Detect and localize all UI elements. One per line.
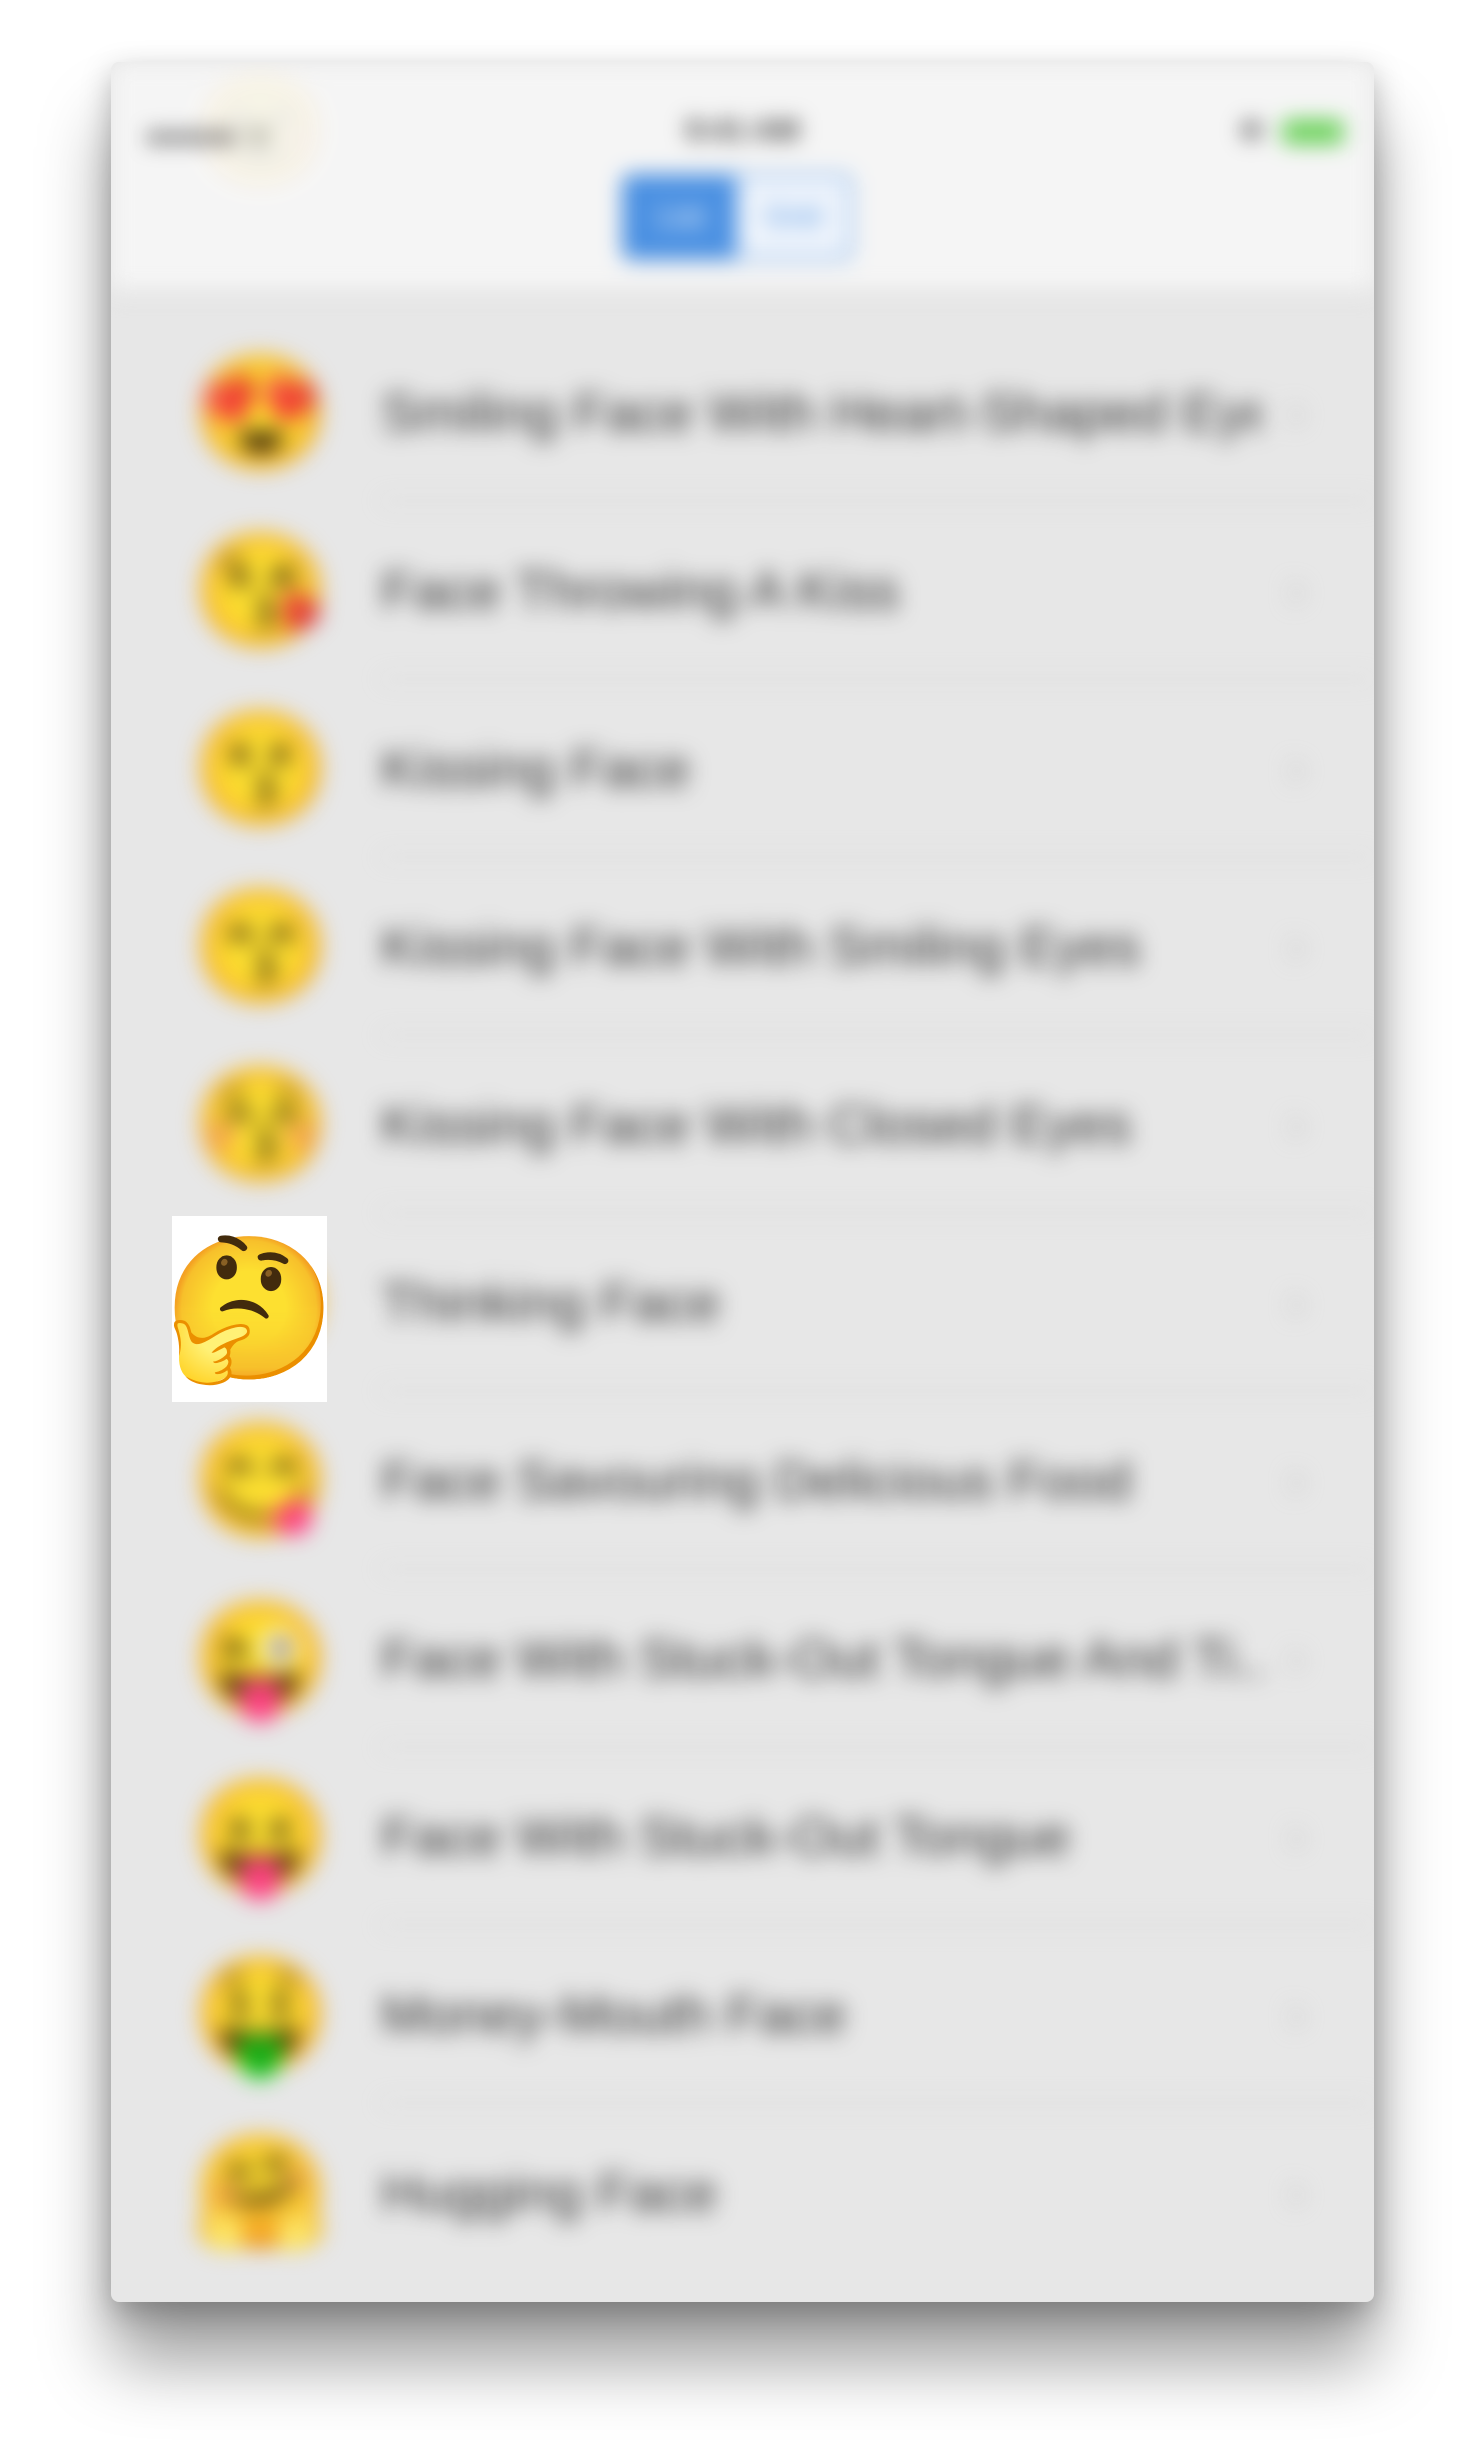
emoji-icon: 😜 bbox=[191, 1596, 331, 1721]
list-item[interactable]: 🤑 Money-Mouth Face › bbox=[111, 1926, 1374, 2104]
status-time: 9:41 AM bbox=[685, 114, 800, 147]
segment-list[interactable]: List bbox=[625, 177, 737, 257]
battery-icon bbox=[1282, 118, 1344, 145]
emoji-icon: 😋 bbox=[191, 1418, 331, 1543]
emoji-icon: 🤗 bbox=[191, 2130, 331, 2255]
chevron-right-icon: › bbox=[1288, 1810, 1304, 1863]
list-item[interactable]: 😋 Face Savouring Delicious Food › bbox=[111, 1392, 1374, 1570]
list-item[interactable]: 😚 Kissing Face With Closed Eyes › bbox=[111, 1036, 1374, 1214]
list-item-label: Hugging Face bbox=[381, 2163, 718, 2223]
chevron-right-icon: › bbox=[1288, 386, 1304, 439]
chevron-right-icon: › bbox=[1288, 1098, 1304, 1151]
emoji-icon: 😙 bbox=[191, 884, 331, 1009]
list-item-label: Kissing Face With Smiling Eyes bbox=[381, 917, 1141, 977]
list-item-label: Smiling Face With Heart-Shaped Eyes bbox=[381, 383, 1261, 443]
emoji-icon: 😛 bbox=[191, 1774, 331, 1899]
emoji-icon: 🤑 bbox=[191, 1952, 331, 2077]
chevron-right-icon: › bbox=[1288, 2166, 1304, 2219]
emoji-icon: 😚 bbox=[191, 1062, 331, 1187]
list-item[interactable]: 😗 Kissing Face › bbox=[111, 680, 1374, 858]
segment-grid[interactable]: Grid bbox=[737, 177, 849, 257]
list-item-label: Face With Stuck-Out Tongue And Ti... bbox=[381, 1629, 1261, 1689]
list-item-label: Kissing Face With Closed Eyes bbox=[381, 1095, 1132, 1155]
list-item[interactable]: 😘 Face Throwing A Kiss › bbox=[111, 502, 1374, 680]
chevron-right-icon: › bbox=[1288, 1454, 1304, 1507]
chevron-right-icon: › bbox=[1288, 1276, 1304, 1329]
navigation-bar: ●●●●● ᯤ 9:41 AM ✱ List Grid bbox=[111, 62, 1374, 292]
list-item-label: Face Throwing A Kiss bbox=[381, 561, 900, 621]
list-item-label: Face With Stuck-Out Tongue bbox=[381, 1807, 1071, 1867]
chevron-right-icon: › bbox=[1288, 564, 1304, 617]
chevron-right-icon: › bbox=[1288, 1632, 1304, 1685]
list-item-label: Kissing Face bbox=[381, 739, 691, 799]
status-bar: ●●●●● ᯤ 9:41 AM ✱ bbox=[111, 62, 1374, 153]
chevron-right-icon: › bbox=[1288, 1988, 1304, 2041]
chevron-right-icon: › bbox=[1288, 742, 1304, 795]
list-item-label: Face Savouring Delicious Food bbox=[381, 1451, 1132, 1511]
emoji-icon: 😘 bbox=[191, 528, 331, 653]
list-item-label: Money-Mouth Face bbox=[381, 1985, 847, 2045]
bluetooth-icon: ✱ bbox=[1238, 115, 1264, 148]
list-item[interactable]: 😙 Kissing Face With Smiling Eyes › bbox=[111, 858, 1374, 1036]
list-item[interactable]: 🤗 Hugging Face › bbox=[111, 2104, 1374, 2282]
list-item[interactable]: 😛 Face With Stuck-Out Tongue › bbox=[111, 1748, 1374, 1926]
list-item-label: Thinking Face bbox=[381, 1273, 721, 1333]
emoji-icon: 😍 bbox=[191, 350, 331, 475]
battery-group: ✱ bbox=[1239, 114, 1344, 149]
list-item[interactable]: 😜 Face With Stuck-Out Tongue And Ti... › bbox=[111, 1570, 1374, 1748]
view-mode-segmented-control[interactable]: List Grid bbox=[622, 174, 852, 260]
thinking-face-icon: 🤔 bbox=[162, 1216, 337, 1402]
phone-screen: 😊 😍 Smiling Face With Heart-Shaped Eyes … bbox=[111, 62, 1374, 2302]
emoji-icon: 😗 bbox=[191, 706, 331, 831]
blurred-app-backdrop: 😊 😍 Smiling Face With Heart-Shaped Eyes … bbox=[111, 62, 1374, 2302]
screenshot-stage: 😊 😍 Smiling Face With Heart-Shaped Eyes … bbox=[0, 0, 1484, 2462]
list-item[interactable]: 😍 Smiling Face With Heart-Shaped Eyes › bbox=[111, 324, 1374, 502]
chevron-right-icon: › bbox=[1288, 920, 1304, 973]
